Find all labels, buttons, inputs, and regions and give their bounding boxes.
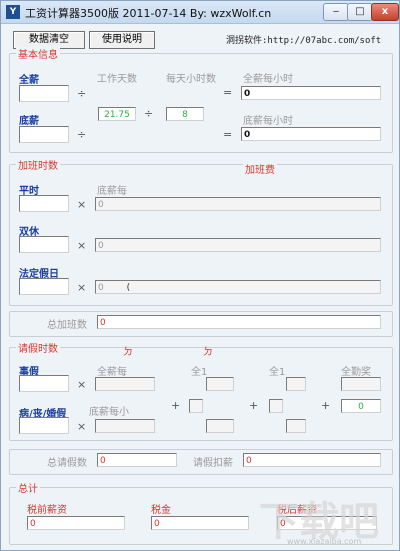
equals-operator-2: = xyxy=(223,128,233,141)
app-window: Y 工资计算器3500版 2011-07-14 By: wzxWolf.cn ‒… xyxy=(0,0,400,551)
total-leave-label: 总请假数 xyxy=(47,458,87,469)
work-days-label: 工作天数 xyxy=(97,74,137,85)
full-b-field xyxy=(286,377,306,391)
total-overtime-field: 0 xyxy=(97,315,381,329)
equals-operator: = xyxy=(223,86,233,99)
multiply-operator-2: × xyxy=(77,239,87,252)
full-per-label: 全薪每 xyxy=(97,367,127,378)
maximize-button[interactable]: □ xyxy=(347,3,373,21)
window-title: 工资计算器3500版 2011-07-14 By: wzxWolf.cn xyxy=(25,7,272,20)
holiday-hours-input[interactable] xyxy=(19,278,69,295)
full-hourly-label: 全薪每小时 xyxy=(243,74,293,85)
base-per-hour-label: 底薪每小 xyxy=(89,407,129,418)
attendance-bonus-field: 0 xyxy=(341,399,381,413)
sick-leave-input[interactable] xyxy=(19,417,69,434)
multiply-operator: × xyxy=(77,198,87,211)
total-overtime-label: 总加班数 xyxy=(47,320,87,331)
leave-title: 请假时数 xyxy=(16,340,60,355)
leave-mark-2: ㄉ xyxy=(203,347,213,358)
plus-operator-2: + xyxy=(249,399,259,412)
base-per-label: 底薪每 xyxy=(97,186,127,197)
bracket-field-a xyxy=(189,399,203,413)
pretax-field: 0 xyxy=(27,516,125,530)
base-salary-label: 底薪 xyxy=(19,116,39,127)
full-a-label: 全1 xyxy=(191,367,208,378)
base-hourly-label: 底薪每小时 xyxy=(243,116,293,127)
bracket-field-b xyxy=(269,399,283,413)
full-b-label: 全1 xyxy=(269,367,286,378)
watermark-url: www.xiazaiba.com xyxy=(287,537,362,546)
daily-hours-field[interactable]: 8 xyxy=(166,107,204,121)
attendance-top-field xyxy=(341,377,381,391)
divide-operator-3: ÷ xyxy=(77,128,87,141)
minimize-button[interactable]: ‒ xyxy=(323,3,349,21)
normal-pay-field: 0 xyxy=(95,197,381,211)
multiply-operator-5: × xyxy=(77,420,87,433)
base-salary-input[interactable] xyxy=(19,126,69,143)
plus-operator-3: + xyxy=(321,399,331,412)
tax-field: 0 xyxy=(151,516,249,530)
daily-hours-label: 每天小时数 xyxy=(166,74,216,85)
overtime-title: 加班时数 xyxy=(16,157,60,172)
base-hourly-field: 0 xyxy=(241,127,381,141)
basic-info-title: 基本信息 xyxy=(16,46,60,61)
multiply-operator-4: × xyxy=(77,378,87,391)
personal-leave-input[interactable] xyxy=(19,375,69,392)
divide-operator-2: ÷ xyxy=(144,107,154,120)
total-leave-field: 0 xyxy=(97,453,177,467)
tax-label: 税金 xyxy=(151,505,171,516)
leave-mark-1: ㄉ xyxy=(123,347,133,358)
help-button[interactable]: 使用说明 xyxy=(89,31,155,49)
full-salary-input[interactable] xyxy=(19,85,69,102)
close-button[interactable]: x xyxy=(371,3,399,21)
summary-title: 总计 xyxy=(16,480,40,495)
app-logo-icon: Y xyxy=(6,5,20,19)
work-days-field[interactable]: 21.75 xyxy=(98,107,136,121)
normal-hours-input[interactable] xyxy=(19,195,69,212)
title-bar[interactable]: Y 工资计算器3500版 2011-07-14 By: wzxWolf.cn ‒… xyxy=(1,1,399,24)
plus-operator: + xyxy=(171,399,181,412)
full-hourly-field: 0 xyxy=(241,86,381,100)
holiday-pay-field: 0 ( xyxy=(95,280,381,294)
overtime-pay-title: 加班费 xyxy=(243,161,277,176)
sick-a-field xyxy=(206,419,234,433)
software-link[interactable]: 洞拐软件:http://07abc.com/soft xyxy=(226,33,381,46)
sick-rate-field xyxy=(95,419,155,433)
weekend-hours-input[interactable] xyxy=(19,236,69,253)
leave-deduct-field: 0 xyxy=(243,453,381,467)
sick-b-field xyxy=(286,419,306,433)
divide-operator: ÷ xyxy=(77,87,87,100)
full-a-field xyxy=(206,377,234,391)
full-salary-label: 全薪 xyxy=(19,75,39,86)
weekend-pay-field: 0 xyxy=(95,238,381,252)
holiday-pay-value: 0 xyxy=(98,283,104,293)
text-cursor: ( xyxy=(126,283,131,293)
leave-deduct-label: 请假扣薪 xyxy=(193,458,233,469)
personal-rate-field xyxy=(95,377,155,391)
multiply-operator-3: × xyxy=(77,281,87,294)
pretax-label: 税前薪资 xyxy=(27,505,67,516)
attendance-label: 全勤奖 xyxy=(341,367,371,378)
